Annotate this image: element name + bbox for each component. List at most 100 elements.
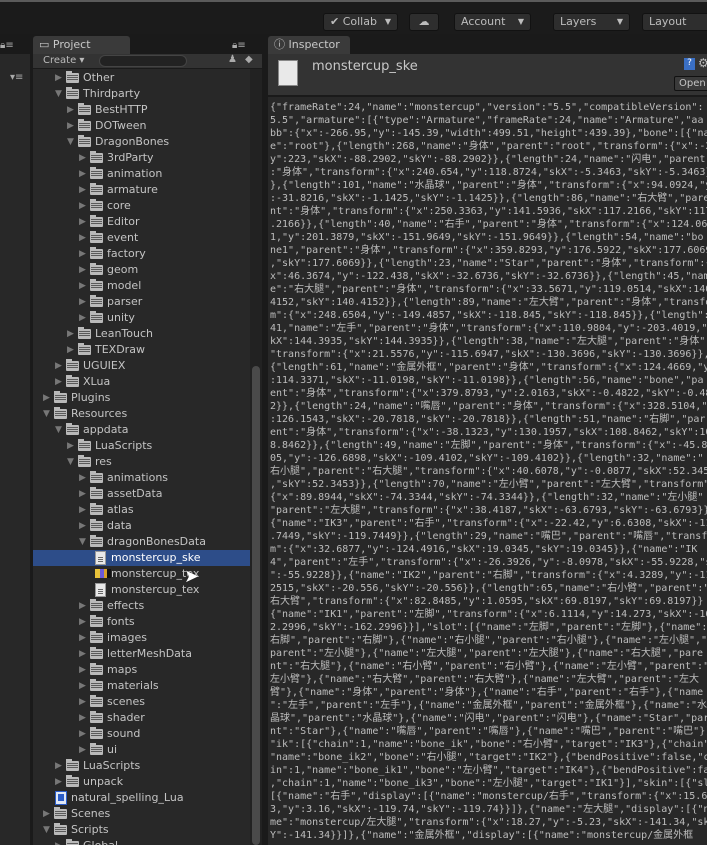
- tree-item[interactable]: ▶ LuaScripts: [33, 758, 250, 774]
- tree-item[interactable]: ▶ shader: [33, 710, 250, 726]
- expand-arrow-right-icon[interactable]: ▶: [79, 598, 89, 614]
- tree-item[interactable]: ▶ Scenes: [33, 806, 250, 822]
- tree-item[interactable]: ▶ maps: [33, 662, 250, 678]
- expand-arrow-down-icon[interactable]: ▼: [67, 454, 77, 470]
- project-scrollbar[interactable]: [250, 69, 262, 845]
- tree-item[interactable]: ▼ appdata: [33, 422, 250, 438]
- tree-item[interactable]: ▶ model: [33, 278, 250, 294]
- expand-arrow-right-icon[interactable]: ▶: [79, 614, 89, 630]
- tree-item[interactable]: ▶ sound: [33, 726, 250, 742]
- expand-arrow-right-icon[interactable]: ▶: [55, 70, 65, 86]
- expand-arrow-right-icon[interactable]: ▶: [79, 518, 89, 534]
- help-icon[interactable]: ?: [684, 58, 695, 70]
- expand-arrow-right-icon[interactable]: ▶: [79, 230, 89, 246]
- tree-item[interactable]: ▶ Editor: [33, 214, 250, 230]
- expand-arrow-right-icon[interactable]: ▶: [79, 166, 89, 182]
- tree-item[interactable]: ▶ factory: [33, 246, 250, 262]
- tree-item[interactable]: ▶ data: [33, 518, 250, 534]
- tree-item[interactable]: ▶ armature: [33, 182, 250, 198]
- expand-arrow-right-icon[interactable]: ▶: [79, 150, 89, 166]
- layout-button[interactable]: Layout: [642, 13, 707, 31]
- expand-arrow-down-icon[interactable]: ▼: [55, 422, 65, 438]
- expand-arrow-down-icon[interactable]: ▼: [43, 406, 53, 422]
- expand-arrow-right-icon[interactable]: ▶: [79, 502, 89, 518]
- expand-arrow-right-icon[interactable]: ▶: [79, 278, 89, 294]
- gear-icon[interactable]: ⚙: [698, 56, 707, 70]
- expand-arrow-right-icon[interactable]: ▶: [67, 118, 77, 134]
- tree-item[interactable]: ▶ event: [33, 230, 250, 246]
- expand-arrow-right-icon[interactable]: ▶: [55, 374, 65, 390]
- tree-item[interactable]: ▶ Global: [33, 838, 250, 845]
- expand-arrow-right-icon[interactable]: ▶: [67, 438, 77, 454]
- project-lock-icon[interactable]: 🔒︎≡: [232, 40, 246, 51]
- expand-arrow-down-icon[interactable]: ▼: [79, 534, 89, 550]
- search-input[interactable]: [99, 55, 187, 67]
- expand-arrow-right-icon[interactable]: ▶: [43, 390, 53, 406]
- expand-arrow-right-icon[interactable]: ▶: [79, 710, 89, 726]
- create-button[interactable]: Create ▾: [43, 55, 84, 66]
- tree-item[interactable]: ▼ dragonBonesData: [33, 534, 250, 550]
- tree-item[interactable]: ▶ images: [33, 630, 250, 646]
- expand-arrow-right-icon[interactable]: ▶: [79, 262, 89, 278]
- tree-item[interactable]: ▶ animation: [33, 166, 250, 182]
- tree-item[interactable]: ▶ fonts: [33, 614, 250, 630]
- expand-arrow-right-icon[interactable]: ▶: [79, 662, 89, 678]
- tree-item[interactable]: ▼ DragonBones: [33, 134, 250, 150]
- tree-item[interactable]: ▼ res: [33, 454, 250, 470]
- expand-arrow-right-icon[interactable]: ▶: [55, 838, 65, 845]
- tree-item[interactable]: ▶ parser: [33, 294, 250, 310]
- expand-arrow-right-icon[interactable]: ▶: [55, 358, 65, 374]
- tree-item[interactable]: natural_spelling_Lua: [33, 790, 250, 806]
- cloud-button[interactable]: ☁: [409, 13, 439, 31]
- tree-item[interactable]: monstercup_ske: [33, 550, 250, 566]
- tab-inspector[interactable]: ⓘ Inspector: [268, 36, 350, 54]
- expand-arrow-right-icon[interactable]: ▶: [79, 182, 89, 198]
- tree-item[interactable]: ▶ atlas: [33, 502, 250, 518]
- expand-arrow-right-icon[interactable]: ▶: [79, 246, 89, 262]
- scrollbar-thumb[interactable]: [252, 366, 260, 845]
- tree-item[interactable]: ▶ ui: [33, 742, 250, 758]
- expand-arrow-right-icon[interactable]: ▶: [79, 470, 89, 486]
- expand-arrow-right-icon[interactable]: ▶: [79, 678, 89, 694]
- tree-item[interactable]: ▶ unpack: [33, 774, 250, 790]
- expand-arrow-right-icon[interactable]: ▶: [79, 694, 89, 710]
- tree-item[interactable]: ▼ Resources: [33, 406, 250, 422]
- expand-arrow-down-icon[interactable]: ▼: [55, 86, 65, 102]
- tree-item[interactable]: ▶ Plugins: [33, 390, 250, 406]
- open-button[interactable]: Open: [674, 76, 707, 91]
- filter-by-type-icon[interactable]: ♟: [228, 54, 237, 65]
- tree-item[interactable]: ▶ animations: [33, 470, 250, 486]
- expand-arrow-right-icon[interactable]: ▶: [79, 742, 89, 758]
- expand-arrow-down-icon[interactable]: ▼: [43, 822, 53, 838]
- collab-button[interactable]: ✔ Collab ▼: [323, 13, 398, 31]
- tree-item[interactable]: ▶ TEXDraw: [33, 342, 250, 358]
- tree-item[interactable]: ▶ Other: [33, 70, 250, 86]
- layers-button[interactable]: Layers ▼: [553, 13, 630, 31]
- tree-item[interactable]: ▶ scenes: [33, 694, 250, 710]
- tree-item[interactable]: ▶ geom: [33, 262, 250, 278]
- tree-item[interactable]: ▶ UGUIEX: [33, 358, 250, 374]
- tree-item[interactable]: ▶ assetData: [33, 486, 250, 502]
- expand-arrow-right-icon[interactable]: ▶: [55, 758, 65, 774]
- expand-arrow-right-icon[interactable]: ▶: [67, 102, 77, 118]
- tree-item[interactable]: monstercup_tex: [33, 582, 250, 598]
- tree-item[interactable]: ▼ Thirdparty: [33, 86, 250, 102]
- tree-item[interactable]: ▶ unity: [33, 310, 250, 326]
- expand-arrow-right-icon[interactable]: ▶: [43, 806, 53, 822]
- expand-arrow-right-icon[interactable]: ▶: [67, 326, 77, 342]
- expand-arrow-right-icon[interactable]: ▶: [79, 726, 89, 742]
- tree-item[interactable]: ▶ LuaScripts: [33, 438, 250, 454]
- tree-item[interactable]: ▶ DOTween: [33, 118, 250, 134]
- expand-arrow-right-icon[interactable]: ▶: [79, 646, 89, 662]
- tab-project[interactable]: ▭ Project: [33, 36, 130, 54]
- expand-arrow-right-icon[interactable]: ▶: [79, 214, 89, 230]
- lock-icon[interactable]: 🔒︎≡: [0, 40, 14, 51]
- menu-icon[interactable]: ▾≡: [10, 72, 23, 83]
- expand-arrow-down-icon[interactable]: ▼: [67, 134, 77, 150]
- expand-arrow-right-icon[interactable]: ▶: [79, 294, 89, 310]
- expand-arrow-right-icon[interactable]: ▶: [79, 198, 89, 214]
- tree-item[interactable]: ▶ materials: [33, 678, 250, 694]
- tree-item[interactable]: monstercup_tex: [33, 566, 250, 582]
- tree-item[interactable]: ▶ core: [33, 198, 250, 214]
- expand-arrow-right-icon[interactable]: ▶: [79, 310, 89, 326]
